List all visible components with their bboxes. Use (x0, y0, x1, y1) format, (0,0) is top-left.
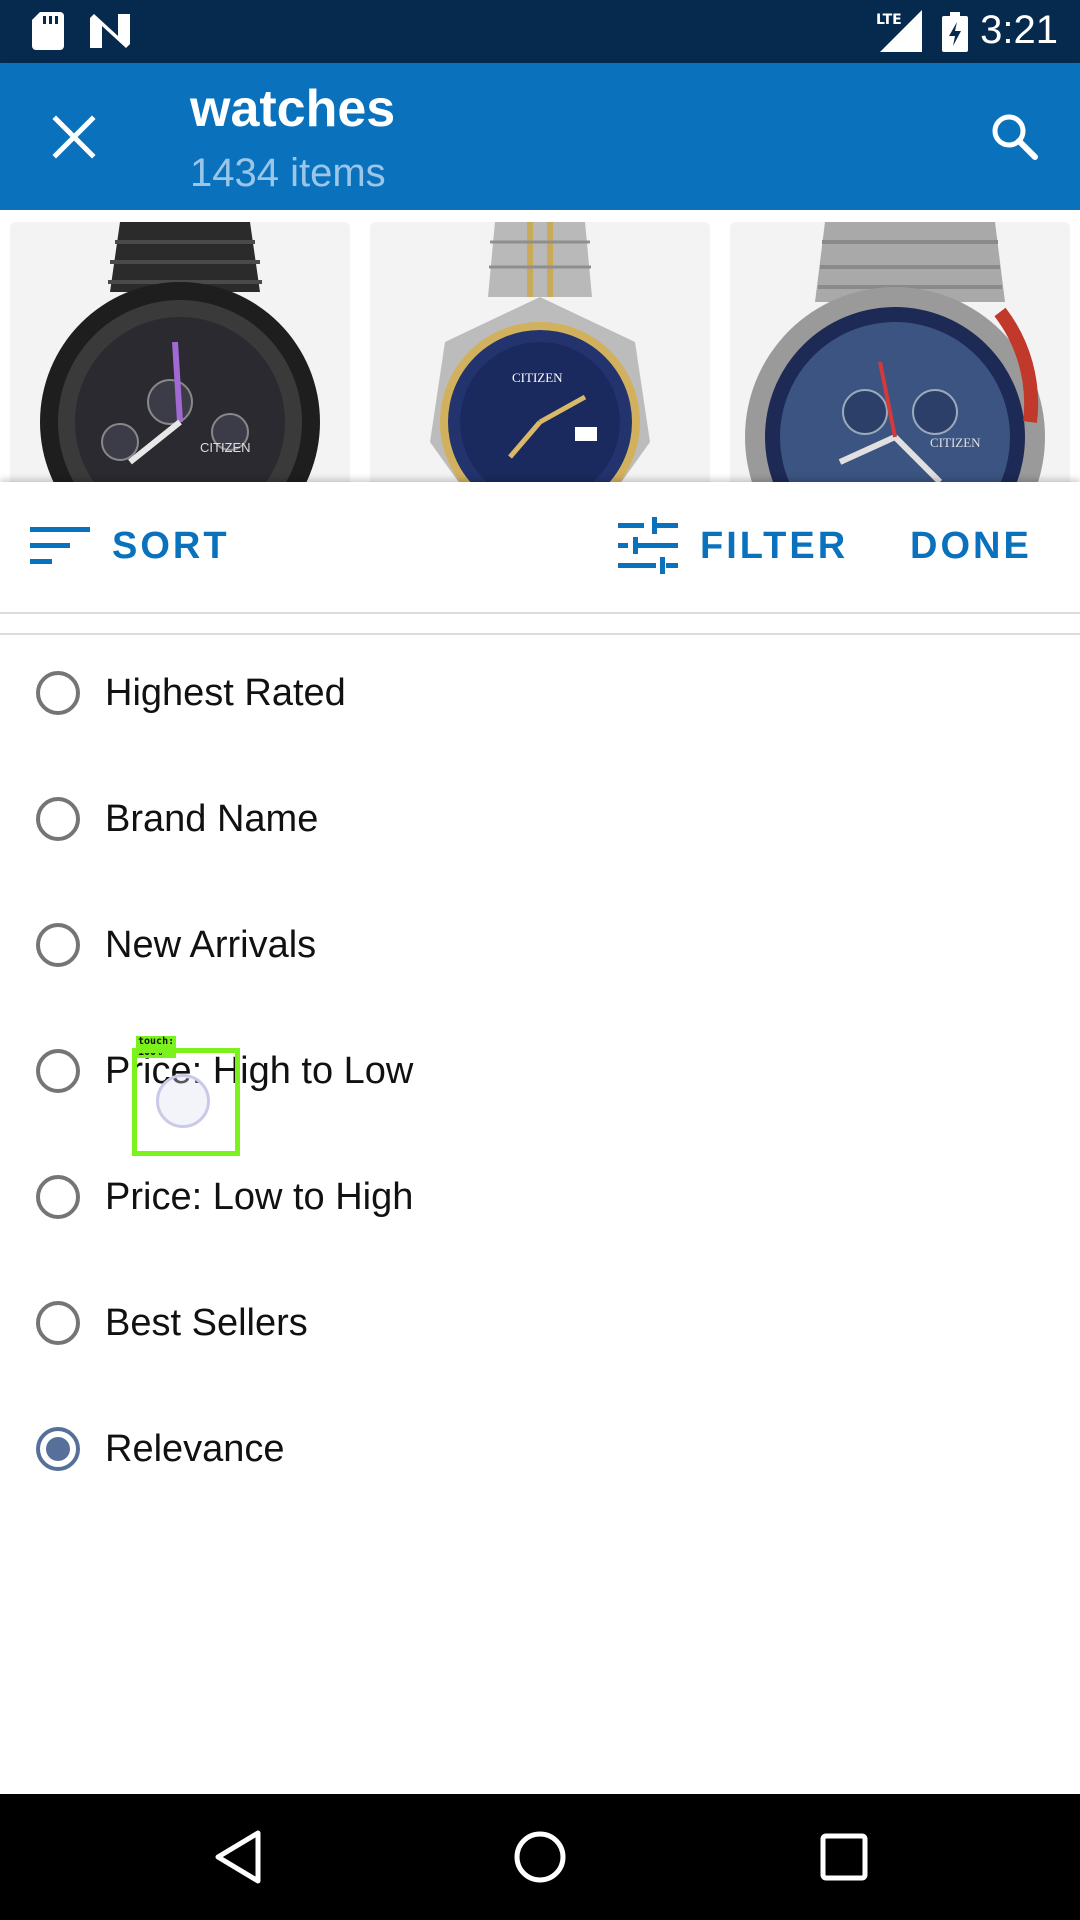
recents-icon[interactable] (814, 1827, 874, 1887)
status-bar: LTE 3:21 (0, 0, 1080, 63)
app-bar: watches 1434 items (0, 63, 1080, 210)
radio-button[interactable] (36, 923, 80, 967)
page-title: watches (190, 80, 396, 138)
home-icon[interactable] (510, 1827, 570, 1887)
sort-icon (30, 527, 90, 564)
product-image: CITIZEN (10, 222, 350, 482)
divider (0, 612, 1080, 614)
sort-option-best-sellers[interactable]: Best Sellers (0, 1260, 1080, 1386)
product-image: CITIZEN (730, 222, 1070, 482)
product-carousel: CITIZEN CITIZEN CITIZEN (0, 210, 1080, 482)
sort-label: SORT (112, 524, 230, 567)
sd-card-icon (32, 12, 64, 50)
product-card[interactable]: CITIZEN (10, 222, 350, 482)
clock: 3:21 (980, 8, 1058, 52)
product-card[interactable]: CITIZEN (370, 222, 710, 482)
navigation-bar (0, 1794, 1080, 1920)
item-count: 1434 items (190, 151, 386, 195)
sort-option-relevance[interactable]: Relevance (0, 1386, 1080, 1512)
sort-option-highest-rated[interactable]: Highest Rated (0, 630, 1080, 756)
product-card[interactable]: CITIZEN (730, 222, 1070, 482)
radio-button[interactable] (36, 1049, 80, 1093)
radio-button[interactable] (36, 671, 80, 715)
n-notification-icon (90, 14, 130, 48)
sort-button[interactable]: SORT (30, 516, 230, 576)
battery-charging-icon (942, 12, 968, 52)
sort-option-label: Price: Low to High (105, 1175, 414, 1218)
search-icon (992, 114, 1038, 160)
filter-button[interactable]: FILTER (618, 516, 848, 576)
touch-point (156, 1074, 210, 1128)
product-image: CITIZEN (370, 222, 710, 482)
close-button[interactable] (44, 107, 104, 167)
svg-text:CITIZEN: CITIZEN (930, 435, 981, 450)
sort-option-brand-name[interactable]: Brand Name (0, 756, 1080, 882)
sort-option-label: Relevance (105, 1427, 285, 1470)
sort-option-new-arrivals[interactable]: New Arrivals (0, 882, 1080, 1008)
sort-option-label: Highest Rated (105, 671, 346, 714)
svg-text:CITIZEN: CITIZEN (200, 440, 251, 455)
sort-option-label: New Arrivals (105, 923, 317, 966)
radio-button[interactable] (36, 797, 80, 841)
filter-label: FILTER (700, 524, 849, 567)
lte-signal-icon: LTE (876, 10, 922, 52)
sort-option-label: Brand Name (105, 797, 319, 840)
radio-button-selected[interactable] (36, 1427, 80, 1471)
sort-filter-toolbar: SORT FILTER DONE (0, 482, 1080, 612)
filter-sliders-icon (618, 517, 678, 574)
radio-button[interactable] (36, 1175, 80, 1219)
back-icon[interactable] (208, 1827, 268, 1887)
svg-text:LTE: LTE (876, 12, 902, 28)
svg-text:CITIZEN: CITIZEN (512, 370, 563, 385)
close-icon (52, 115, 96, 159)
radio-button[interactable] (36, 1301, 80, 1345)
search-button[interactable] (985, 107, 1045, 167)
done-button[interactable]: DONE (910, 516, 1032, 576)
sort-option-label: Best Sellers (105, 1301, 308, 1344)
